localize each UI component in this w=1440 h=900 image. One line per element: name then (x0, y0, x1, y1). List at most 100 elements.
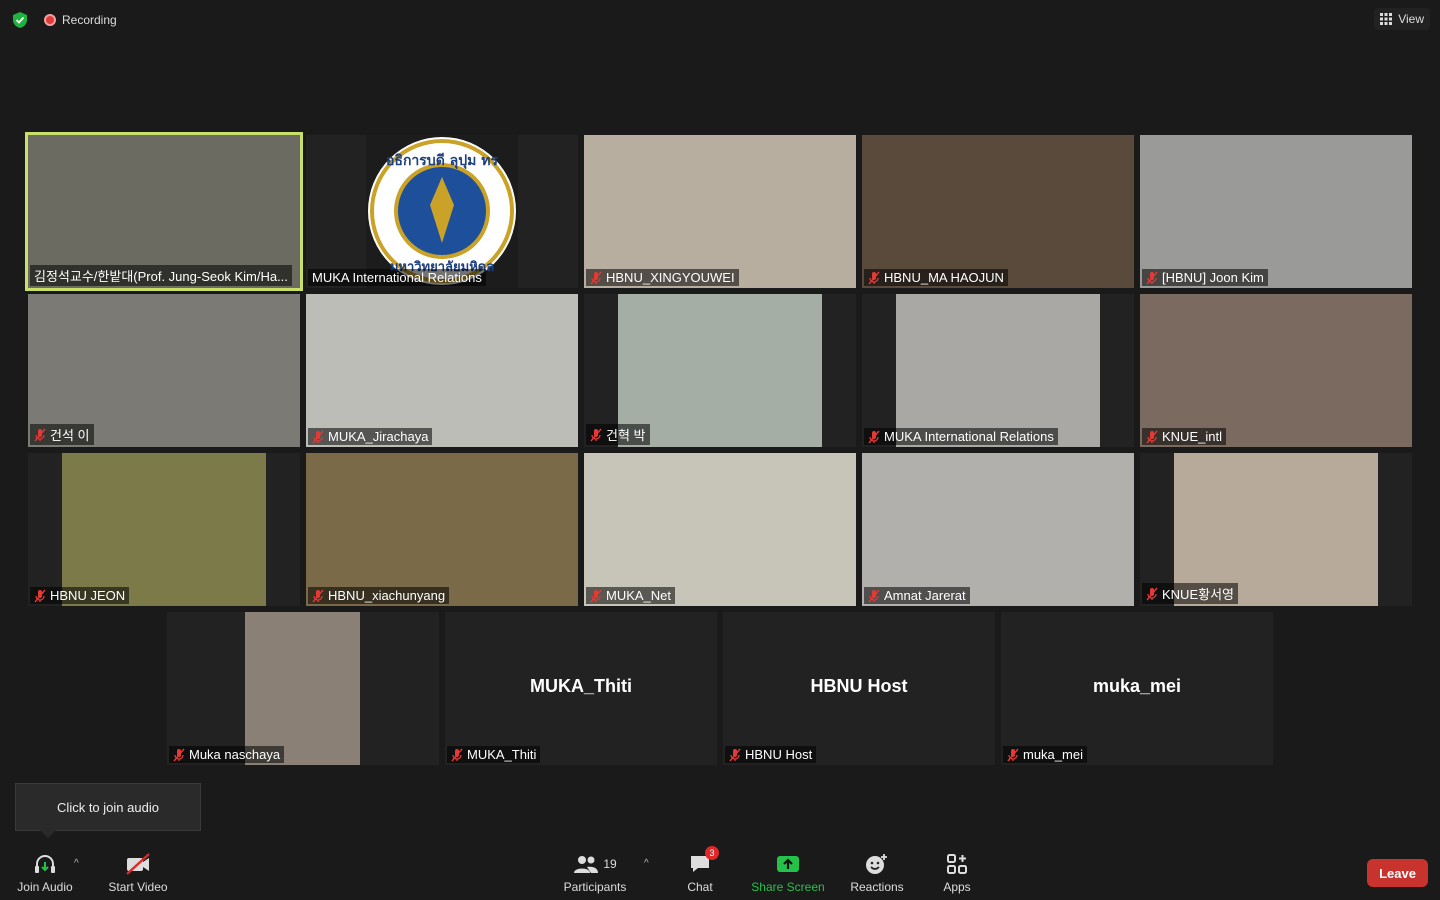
recording-dot-icon (44, 14, 56, 26)
audio-options-caret-icon[interactable]: ^ (74, 858, 79, 869)
participant-name: MUKA International Relations (312, 270, 482, 285)
participant-nametag: HBNU_MA HAOJUN (864, 269, 1008, 286)
participant-name: HBNU_MA HAOJUN (884, 270, 1004, 285)
join-audio-label: Join Audio (17, 880, 73, 894)
leave-label: Leave (1379, 865, 1416, 881)
participant-tile[interactable]: HBNU_MA HAOJUN (862, 135, 1134, 288)
participant-tile[interactable]: Amnat Jarerat (862, 453, 1134, 606)
muted-mic-icon (451, 748, 463, 762)
participant-tile[interactable]: HBNU_xiachunyang (306, 453, 578, 606)
participant-nametag: MUKA_Jirachaya (308, 428, 433, 445)
svg-text:อธิการบดี ลุปุม ทร: อธิการบดี ลุปุม ทร (386, 153, 498, 169)
muted-mic-icon (868, 430, 880, 444)
muted-mic-icon (590, 271, 602, 285)
recording-indicator[interactable]: Recording (44, 13, 117, 27)
smiley-plus-icon (865, 852, 889, 876)
participant-video (584, 453, 856, 606)
participant-tile[interactable]: อธิการบดี ลุปุม ทร มหาวิทยาลัยมหิดล MUKA I… (306, 135, 578, 288)
join-audio-tooltip: Click to join audio (15, 783, 201, 838)
participants-caret-icon[interactable]: ^ (644, 858, 649, 869)
video-off-icon (124, 852, 152, 876)
participant-name: [HBNU] Joon Kim (1162, 270, 1264, 285)
participant-display-name: muka_mei (1092, 676, 1182, 696)
participant-tile[interactable]: MUKA International Relations (862, 294, 1134, 447)
muted-mic-icon (312, 589, 324, 603)
participant-tile[interactable]: KNUE황서영 (1140, 453, 1412, 606)
muted-mic-icon (34, 589, 46, 603)
participant-tile[interactable]: HBNU_XINGYOUWEI (584, 135, 856, 288)
participant-video (862, 135, 1134, 288)
join-audio-button[interactable]: Join Audio (12, 846, 78, 900)
start-video-button[interactable]: Start Video (104, 846, 172, 900)
participant-tile[interactable]: MUKA_Jirachaya (306, 294, 578, 447)
muted-mic-icon (590, 589, 602, 603)
participant-nametag: KNUE_intl (1142, 428, 1226, 445)
apps-icon (946, 852, 968, 876)
participant-video (584, 135, 856, 288)
muted-mic-icon (590, 428, 602, 442)
participant-video (862, 453, 1134, 606)
share-screen-icon (776, 852, 800, 876)
participant-video (245, 612, 360, 765)
muted-mic-icon (1146, 430, 1158, 444)
participant-name: muka_mei (1023, 747, 1083, 762)
leave-button[interactable]: Leave (1367, 859, 1428, 887)
chat-badge: 3 (705, 846, 719, 860)
recording-label: Recording (62, 13, 117, 27)
participant-name: MUKA_Jirachaya (328, 429, 429, 444)
participant-tile[interactable]: KNUE_intl (1140, 294, 1412, 447)
view-button[interactable]: View (1374, 8, 1430, 30)
reactions-button[interactable]: Reactions (848, 846, 906, 900)
share-screen-label: Share Screen (751, 880, 825, 894)
participant-name: 건석 이 (50, 428, 90, 443)
university-seal-logo: อธิการบดี ลุปุม ทรมหาวิทยาลัยมหิดล (368, 137, 516, 285)
participant-video (62, 453, 266, 606)
participant-nametag: HBNU JEON (30, 587, 130, 604)
participant-display-name: HBNU Host (810, 676, 908, 696)
participant-nametag: 건석 이 (30, 424, 94, 445)
participant-nametag: 김정석교수/한밭대(Prof. Jung-Seok Kim/Ha... (30, 265, 292, 286)
participants-count: 19 (603, 857, 617, 871)
reactions-label: Reactions (850, 880, 904, 894)
participant-tile[interactable]: Muka naschaya (167, 612, 439, 765)
muted-mic-icon (1007, 748, 1019, 762)
muted-mic-icon (1146, 271, 1158, 285)
participant-tile[interactable]: muka_mei muka_mei (1001, 612, 1273, 765)
participant-name: 김정석교수/한밭대(Prof. Jung-Seok Kim/Ha... (34, 269, 288, 284)
participants-label: Participants (563, 880, 627, 894)
participant-nametag: Muka naschaya (169, 746, 285, 763)
participant-nametag: MUKA International Relations (308, 269, 486, 286)
participant-tile[interactable]: HBNU Host HBNU Host (723, 612, 995, 765)
participant-tile[interactable]: 건혁 박 (584, 294, 856, 447)
grid-icon (1380, 13, 1393, 25)
participant-tile[interactable]: 김정석교수/한밭대(Prof. Jung-Seok Kim/Ha... (25, 132, 303, 291)
share-screen-button[interactable]: Share Screen (750, 846, 826, 900)
chat-button[interactable]: 3 Chat (676, 846, 724, 900)
participant-nametag: MUKA International Relations (864, 428, 1058, 445)
chat-label: Chat (687, 880, 713, 894)
participant-name: HBNU Host (745, 747, 813, 762)
participant-tile[interactable]: MUKA_Thiti MUKA_Thiti (445, 612, 717, 765)
meeting-toolbar: Join Audio ^ Start Video 19 Participants… (0, 846, 1440, 900)
participant-nametag: KNUE황서영 (1142, 583, 1238, 604)
apps-button[interactable]: Apps (936, 846, 978, 900)
participant-nametag: Amnat Jarerat (864, 587, 970, 604)
view-label: View (1398, 12, 1424, 26)
participant-name: Muka naschaya (189, 747, 281, 762)
participant-nametag: muka_mei (1003, 746, 1087, 763)
participant-tile[interactable]: MUKA_Net (584, 453, 856, 606)
participant-nametag: [HBNU] Joon Kim (1142, 269, 1268, 286)
participant-name: KNUE황서영 (1162, 587, 1234, 602)
participant-tile[interactable]: [HBNU] Joon Kim (1140, 135, 1412, 288)
tooltip-text: Click to join audio (57, 799, 159, 815)
participants-button[interactable]: 19 Participants (560, 846, 630, 900)
participant-video (1140, 294, 1412, 447)
participant-nametag: HBNU_xiachunyang (308, 587, 450, 604)
participant-tile[interactable]: HBNU JEON (28, 453, 300, 606)
participant-tile[interactable]: 건석 이 (28, 294, 300, 447)
participants-icon: 19 (573, 852, 617, 876)
participant-name: MUKA_Thiti (467, 747, 537, 762)
security-shield-icon[interactable] (10, 10, 30, 30)
participant-name: HBNU_XINGYOUWEI (606, 270, 735, 285)
participant-nametag: HBNU_XINGYOUWEI (586, 269, 739, 286)
